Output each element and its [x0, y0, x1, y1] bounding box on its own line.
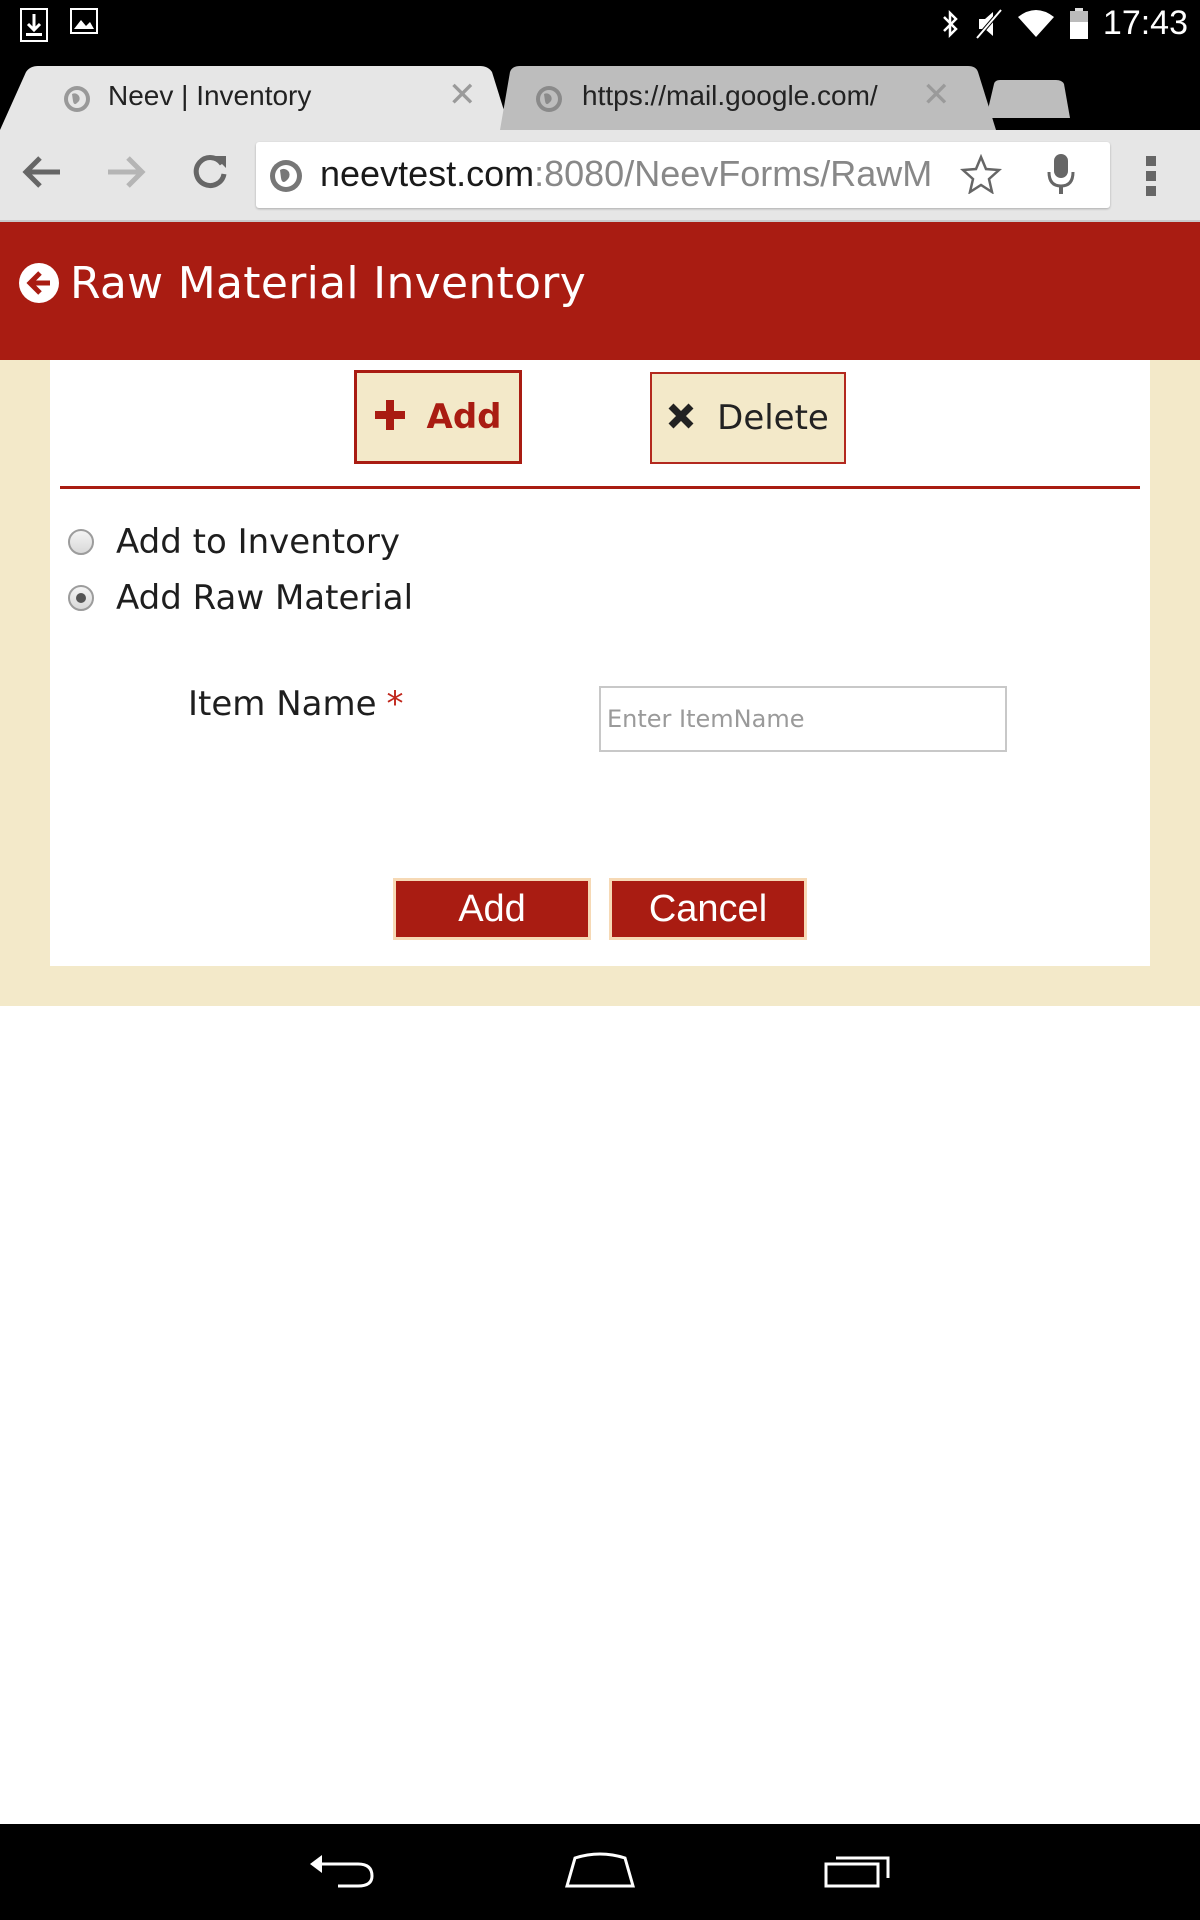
- delete-mode-button[interactable]: Delete: [650, 372, 846, 464]
- back-circle-icon[interactable]: [18, 262, 60, 309]
- globe-icon: [534, 84, 564, 119]
- tab-mail[interactable]: https://mail.google.com/ ✕: [500, 66, 996, 130]
- delete-mode-label: Delete: [717, 398, 829, 438]
- globe-icon: [62, 84, 92, 119]
- item-name-label: Item Name *: [188, 684, 404, 724]
- new-tab-button[interactable]: [986, 80, 1070, 123]
- bluetooth-icon: [939, 8, 961, 40]
- status-time: 17:43: [1102, 4, 1188, 42]
- page-title: Raw Material Inventory: [70, 258, 587, 309]
- reload-icon[interactable]: [190, 152, 230, 197]
- image-icon: [70, 8, 98, 42]
- add-mode-label: Add: [426, 397, 502, 437]
- item-name-label-text: Item Name: [188, 684, 377, 724]
- add-mode-button[interactable]: Add: [354, 370, 522, 464]
- nav-home-icon[interactable]: [563, 1850, 637, 1895]
- bookmark-star-icon[interactable]: [959, 153, 1003, 199]
- cancel-button[interactable]: Cancel: [609, 878, 807, 940]
- plus-icon: [374, 399, 405, 435]
- option-add-raw-material[interactable]: Add Raw Material: [68, 578, 413, 618]
- download-icon: [20, 8, 48, 42]
- nav-recents-icon[interactable]: [822, 1850, 892, 1895]
- battery-icon: [1069, 7, 1089, 40]
- back-arrow-icon[interactable]: [20, 152, 64, 197]
- app-header: Raw Material Inventory: [0, 222, 1200, 360]
- close-icon[interactable]: ✕: [448, 78, 477, 112]
- tab-neev-inventory[interactable]: Neev | Inventory ✕: [0, 66, 510, 130]
- overflow-menu-icon[interactable]: [1144, 154, 1158, 203]
- system-nav-bar: [0, 1824, 1200, 1920]
- status-bar: 17:43: [0, 0, 1200, 50]
- tab-strip: Neev | Inventory ✕ https://mail.google.c…: [0, 50, 1200, 130]
- tab-title: Neev | Inventory: [108, 80, 312, 111]
- option-label: Add to Inventory: [116, 522, 400, 562]
- option-add-to-inventory[interactable]: Add to Inventory: [68, 522, 400, 562]
- site-info-icon[interactable]: [268, 158, 304, 199]
- close-icon[interactable]: ✕: [922, 78, 951, 112]
- url-text: neevtest.com:8080/NeevForms/RawM: [320, 153, 970, 195]
- radio-button[interactable]: [68, 529, 94, 555]
- section-divider: [60, 486, 1140, 489]
- x-icon: [667, 402, 695, 435]
- required-marker: *: [386, 684, 404, 724]
- nav-back-icon[interactable]: [308, 1850, 378, 1895]
- radio-button-selected[interactable]: [68, 585, 94, 611]
- microphone-icon[interactable]: [1046, 152, 1076, 201]
- wifi-icon: [1017, 9, 1055, 39]
- browser-toolbar: neevtest.com:8080/NeevForms/RawM: [0, 130, 1200, 222]
- option-label: Add Raw Material: [116, 578, 414, 618]
- tab-title: https://mail.google.com/: [582, 80, 878, 111]
- forward-arrow-icon[interactable]: [104, 152, 148, 197]
- mute-icon: [975, 8, 1003, 40]
- add-button[interactable]: Add: [393, 878, 591, 940]
- item-name-input[interactable]: [599, 686, 1007, 752]
- url-path: :8080/NeevForms/RawM: [534, 153, 933, 194]
- url-bar[interactable]: neevtest.com:8080/NeevForms/RawM: [256, 142, 1110, 208]
- url-host: neevtest.com: [320, 153, 535, 194]
- form-panel: [50, 360, 1150, 966]
